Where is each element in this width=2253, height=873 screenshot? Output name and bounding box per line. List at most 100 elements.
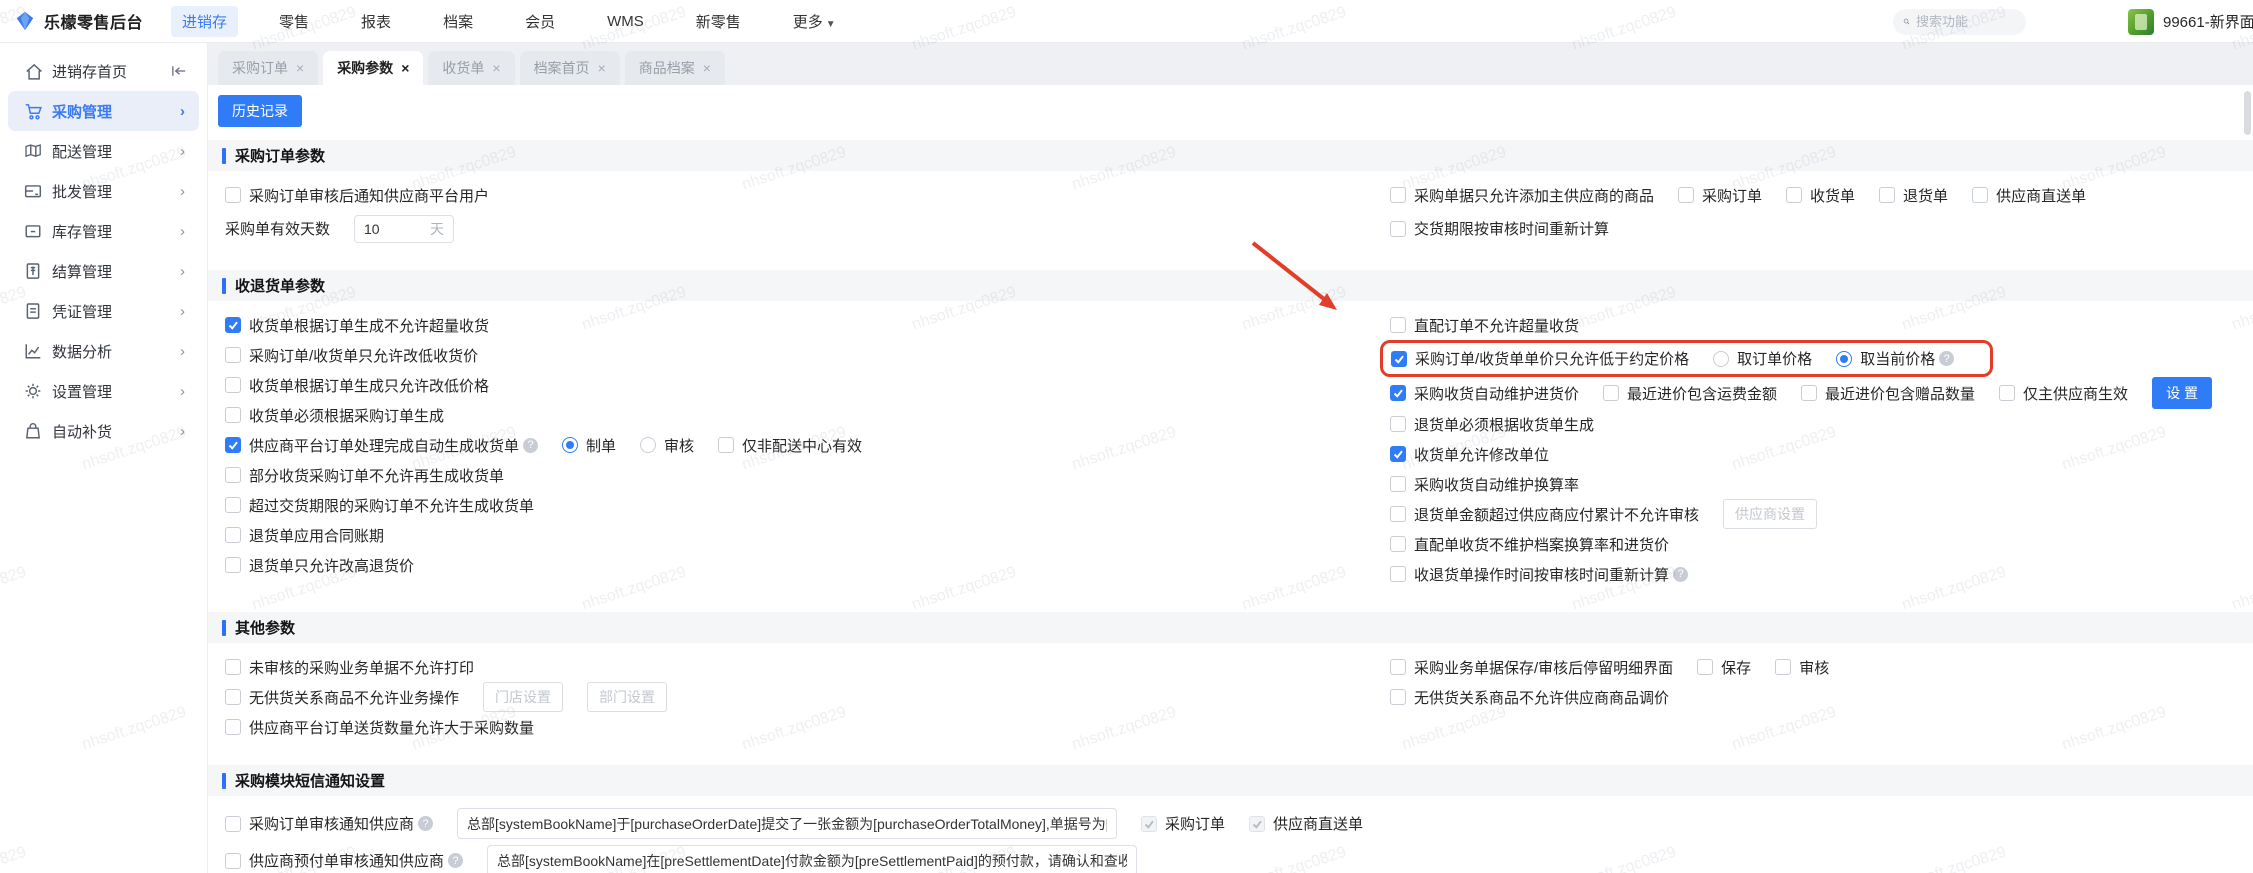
checkbox-item[interactable]: 供应商平台订单送货数量允许大于采购数量 xyxy=(225,717,534,738)
checkbox-item[interactable]: 供应商平台订单处理完成自动生成收货单? xyxy=(225,435,539,456)
help-icon[interactable]: ? xyxy=(1939,351,1955,366)
sms-template-order-input[interactable]: 总部[systemBookName]于[purchaseOrderDate]提交… xyxy=(457,808,1118,839)
checkbox-item[interactable]: 采购订单 xyxy=(1678,185,1762,206)
checkbox-item[interactable]: 退货单 xyxy=(1879,185,1948,206)
collapse-sidebar-icon[interactable] xyxy=(170,64,187,78)
history-button[interactable]: 历史记录 xyxy=(218,95,302,127)
help-icon[interactable]: ? xyxy=(523,437,539,453)
checkbox-item[interactable]: 收货单必须根据采购订单生成 xyxy=(225,405,444,426)
checkbox-icon xyxy=(1879,187,1896,203)
sidebar-item[interactable]: 凭证管理 › xyxy=(8,291,199,331)
checkbox-item[interactable]: 无供货关系商品不允许业务操作 xyxy=(225,687,459,708)
checkbox-item[interactable]: 供应商预付单审核通知供应商? xyxy=(225,850,464,871)
checkbox-item[interactable]: 超过交货期限的采购订单不允许生成收货单 xyxy=(225,495,534,516)
tab-close-icon[interactable]: × xyxy=(598,60,606,76)
checkbox-item[interactable]: 收货单根据订单生成不允许超量收货 xyxy=(225,315,489,336)
checkbox-item[interactable]: 最近进价包含运费金额 xyxy=(1603,383,1777,404)
sidebar-item[interactable]: 结算管理 › xyxy=(8,251,199,291)
checkbox-item[interactable]: 部分收货采购订单不允许再生成收货单 xyxy=(225,465,504,486)
checkbox-item[interactable]: 供应商直送单 xyxy=(1249,813,1363,834)
tab-active[interactable]: 采购参数 × xyxy=(323,51,424,85)
checkbox-item[interactable]: 采购收货自动维护换算率 xyxy=(1390,474,1579,495)
user-avatar[interactable] xyxy=(2128,8,2154,35)
topnav-item[interactable]: 更多 ▼ xyxy=(782,6,847,37)
checkbox-item[interactable]: 采购业务单据保存/审核后停留明细界面 xyxy=(1390,657,1673,678)
tab-close-icon[interactable]: × xyxy=(401,60,409,76)
topnav-item[interactable]: 档案 xyxy=(432,6,484,37)
tab-item[interactable]: 档案首页 × xyxy=(519,51,620,85)
checkbox-item[interactable]: 退货单只允许改高退货价 xyxy=(225,555,414,576)
checkbox-item[interactable]: 直配订单不允许超量收货 xyxy=(1390,315,1579,336)
department-settings-button[interactable]: 部门设置 xyxy=(587,682,668,712)
sidebar-item[interactable]: 进销存首页 xyxy=(8,51,199,91)
topnav-item[interactable]: 零售 xyxy=(268,6,320,37)
user-name[interactable]: 99661-新界面 xyxy=(2163,11,2253,32)
topnav-item[interactable]: 会员 xyxy=(514,6,566,37)
sms-template-prepay-input[interactable]: 总部[systemBookName]在[preSettlementDate]付款… xyxy=(487,845,1138,873)
topnav-item[interactable]: 报表 xyxy=(350,6,402,37)
sidebar-item[interactable]: 批发管理 › xyxy=(8,171,199,211)
radio-item[interactable]: 取当前价格? xyxy=(1836,348,1955,369)
topnav-item[interactable]: 新零售 xyxy=(685,6,752,37)
checkbox-item[interactable]: 收货单根据订单生成只允许改低价格 xyxy=(225,375,489,396)
radio-item[interactable]: 审核 xyxy=(640,435,694,456)
validity-days-input[interactable]: 10 天 xyxy=(354,214,455,243)
radio-icon xyxy=(1713,350,1730,367)
checkbox-icon xyxy=(1390,566,1406,582)
help-icon[interactable]: ? xyxy=(418,816,434,831)
tab-item[interactable]: 商品档案 × xyxy=(624,51,725,85)
checkbox-label: 审核 xyxy=(1799,659,1830,677)
help-icon[interactable]: ? xyxy=(448,853,464,868)
search-input[interactable] xyxy=(1916,14,2016,29)
settings-button[interactable]: 设 置 xyxy=(2152,377,2212,409)
sidebar-item[interactable]: 设置管理 › xyxy=(8,371,199,411)
sidebar-item[interactable]: 自动补货 › xyxy=(8,411,199,451)
tab-close-icon[interactable]: × xyxy=(296,60,304,76)
store-settings-button[interactable]: 门店设置 xyxy=(483,682,564,712)
topnav-item[interactable]: 进销存 xyxy=(171,5,239,37)
checkbox-item[interactable]: 收货单允许修改单位 xyxy=(1390,444,1549,465)
checkbox-item[interactable]: 直配单收货不维护档案换算率和进货价 xyxy=(1390,534,1669,555)
param-row: 退货单只允许改高退货价 xyxy=(225,550,1390,580)
checkbox-item[interactable]: 采购订单审核后通知供应商平台用户 xyxy=(225,185,489,206)
sidebar-item[interactable]: 库存管理 › xyxy=(8,211,199,251)
checkbox-item[interactable]: 退货单应用合同账期 xyxy=(225,525,384,546)
tab-item[interactable]: 收货单 × xyxy=(428,51,515,85)
checkbox-item[interactable]: 供应商直送单 xyxy=(1972,185,2086,206)
radio-item[interactable]: 取订单价格 xyxy=(1713,348,1812,369)
checkbox-item[interactable]: 退货单必须根据收货单生成 xyxy=(1390,414,1594,435)
voucher-icon xyxy=(26,303,40,319)
checkbox-item[interactable]: 未审核的采购业务单据不允许打印 xyxy=(225,657,474,678)
checkbox-item[interactable]: 仅主供应商生效 xyxy=(1999,383,2128,404)
checkbox-item[interactable]: 退货单金额超过供应商应付累计不允许审核 xyxy=(1390,504,1699,525)
checkbox-item[interactable]: 采购订单 xyxy=(1141,813,1225,834)
checkbox-item[interactable]: 采购单据只允许添加主供应商的商品 xyxy=(1390,185,1654,206)
checkbox-item[interactable]: 无供货关系商品不允许供应商商品调价 xyxy=(1390,687,1669,708)
sidebar-item-label: 自动补货 xyxy=(52,423,113,441)
check-mark xyxy=(1144,820,1154,829)
checkbox-item[interactable]: 采购收货自动维护进货价 xyxy=(1390,383,1579,404)
help-icon[interactable]: ? xyxy=(1673,566,1689,582)
checkbox-item[interactable]: 交货期限按审核时间重新计算 xyxy=(1390,218,1609,239)
checkbox-item[interactable]: 保存 xyxy=(1697,657,1751,678)
sidebar-item-label: 批发管理 xyxy=(52,183,113,201)
topnav-item[interactable]: WMS xyxy=(596,8,655,35)
checkbox-item[interactable]: 收货单 xyxy=(1786,185,1855,206)
checkbox-item[interactable]: 审核 xyxy=(1775,657,1829,678)
checkbox-item[interactable]: 采购订单/收货单只允许改低收货价 xyxy=(225,345,478,366)
sidebar-item[interactable]: 数据分析 › xyxy=(8,331,199,371)
checkbox-item[interactable]: 仅非配送中心有效 xyxy=(718,435,862,456)
tab-close-icon[interactable]: × xyxy=(703,60,711,76)
supplier-settings-button[interactable]: 供应商设置 xyxy=(1723,499,1818,529)
checkbox-item[interactable]: 最近进价包含赠品数量 xyxy=(1801,383,1975,404)
checkbox-item[interactable]: 收退货单操作时间按审核时间重新计算? xyxy=(1390,564,1689,585)
checkbox-item[interactable]: 采购订单审核通知供应商? xyxy=(225,813,434,834)
sidebar-item[interactable]: 配送管理 › xyxy=(8,131,199,171)
checkbox-item[interactable]: 采购订单/收货单单价只允许低于约定价格 xyxy=(1391,348,1689,369)
tab-close-icon[interactable]: × xyxy=(492,60,500,76)
search-box[interactable] xyxy=(1893,8,2026,35)
radio-item[interactable]: 制单 xyxy=(562,435,616,456)
tab-item[interactable]: 采购订单 × xyxy=(218,51,319,85)
scrollbar-thumb[interactable] xyxy=(2244,91,2251,135)
sidebar-item[interactable]: 采购管理 › xyxy=(8,91,199,131)
